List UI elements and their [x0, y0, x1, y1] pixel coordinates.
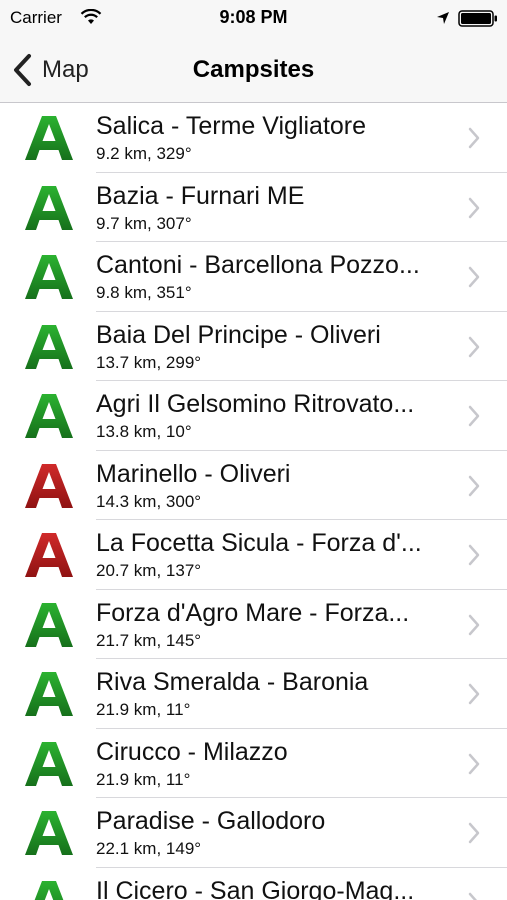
status-bar: Carrier 9:08 PM — [0, 0, 507, 38]
campsite-row[interactable]: Riva Smeralda - Baronia 21.9 km, 11° — [0, 659, 507, 729]
campsite-distance-bearing: 13.7 km, 299° — [96, 352, 202, 372]
campsite-distance-bearing: 14.3 km, 300° — [96, 491, 202, 511]
campsite-name: Baia Del Principe - Oliveri — [96, 320, 381, 349]
campsite-name: Cantoni - Barcellona Pozzo... — [96, 251, 420, 279]
chevron-right-icon — [468, 683, 480, 705]
campsite-distance-bearing: 9.2 km, 329° — [96, 144, 192, 163]
campsite-name: Cirucco - Milazzo — [96, 737, 288, 766]
location-arrow-icon — [437, 12, 449, 24]
chevron-right-icon — [468, 475, 480, 496]
campsite-name: Paradise - Gallodoro — [96, 807, 326, 835]
campsite-row[interactable]: Bazia - Furnari ME 9.7 km, 307° — [0, 173, 507, 242]
campsite-distance-bearing: 13.8 km, 10° — [96, 422, 192, 441]
chevron-right-icon — [468, 266, 480, 288]
chevron-right-icon — [468, 127, 480, 149]
campsite-row[interactable]: Cantoni - Barcellona Pozzo... 9.8 km, 351… — [0, 242, 507, 312]
campsite-row[interactable]: Marinello - Oliveri 14.3 km, 300° — [0, 451, 507, 520]
campsite-name: Agri Il Gelsomino Ritrovato... — [96, 390, 415, 418]
campsite-name: Forza d'Agro Mare - Forza... — [96, 598, 410, 627]
campsite-closed-icon — [25, 463, 73, 508]
campsite-open-icon — [25, 602, 73, 647]
campsite-open-icon — [25, 741, 73, 786]
chevron-right-icon — [468, 753, 480, 774]
campsite-distance-bearing: 21.9 km, 11° — [96, 769, 191, 789]
campsite-distance-bearing: 9.8 km, 351° — [96, 283, 192, 302]
campsite-name: Riva Smeralda - Baronia — [96, 668, 369, 696]
campsite-row[interactable]: Forza d'Agro Mare - Forza... 21.7 km, 145… — [0, 590, 507, 659]
chevron-right-icon — [468, 822, 480, 844]
campsite-row[interactable]: Il Cicero - San Giorgo-Mag... — [0, 868, 507, 900]
campsite-open-icon — [34, 880, 64, 900]
chevron-right-icon — [468, 405, 480, 427]
campsite-open-icon — [25, 394, 73, 438]
campsite-distance-bearing: 22.1 km, 149° — [96, 839, 202, 858]
campsite-distance-bearing: 21.7 km, 145° — [96, 630, 202, 650]
campsite-closed-icon — [25, 533, 73, 577]
campsite-row[interactable]: Agri Il Gelsomino Ritrovato... 13.8 km, 1… — [0, 381, 507, 451]
campsite-distance-bearing: 20.7 km, 137° — [96, 561, 202, 580]
campsite-name: Salica - Terme Vigliatore — [96, 112, 367, 140]
campsite-distance-bearing: 9.7 km, 307° — [96, 213, 192, 233]
chevron-right-icon — [468, 544, 480, 566]
campsite-name: Bazia - Furnari ME — [96, 181, 305, 210]
campsite-distance-bearing: 21.9 km, 11° — [96, 700, 191, 719]
campsite-open-icon — [25, 185, 73, 230]
back-to-map-button[interactable]: Map — [10, 48, 89, 92]
campsite-row[interactable]: Paradise - Gallodoro 22.1 km, 149° — [0, 798, 507, 868]
status-time: 9:08 PM — [219, 7, 288, 27]
campsite-row[interactable]: La Focetta Sicula - Forza d'... 20.7 km, … — [0, 520, 507, 590]
campsite-name: La Focetta Sicula - Forza d'... — [96, 529, 422, 557]
chevron-right-icon — [468, 336, 480, 357]
campsite-list[interactable]: Salica - Terme Vigliatore 9.2 km, 329° Baz… — [0, 103, 507, 900]
chevron-left-icon — [14, 54, 31, 86]
back-button-label: Map — [42, 56, 89, 83]
campsite-name: Il Cicero - San Giorgo-Mag... — [96, 876, 415, 900]
chevron-right-icon — [468, 892, 478, 900]
battery-icon — [458, 10, 497, 27]
campsite-open-icon — [25, 116, 73, 160]
chevron-right-icon — [468, 614, 480, 635]
campsite-open-icon — [25, 255, 73, 299]
campsite-open-icon — [25, 672, 73, 716]
navigation-bar: Campsites Map — [0, 38, 507, 103]
campsite-open-icon — [25, 811, 73, 855]
campsite-row[interactable]: Baia Del Principe - Oliveri 13.7 km, 299° — [0, 312, 507, 381]
campsite-open-icon — [25, 324, 73, 369]
campsite-row[interactable]: Salica - Terme Vigliatore 9.2 km, 329° — [0, 103, 507, 173]
chevron-right-icon — [468, 197, 480, 218]
campsite-row[interactable]: Cirucco - Milazzo 21.9 km, 11° — [0, 729, 507, 798]
campsite-name: Marinello - Oliveri — [96, 459, 291, 488]
